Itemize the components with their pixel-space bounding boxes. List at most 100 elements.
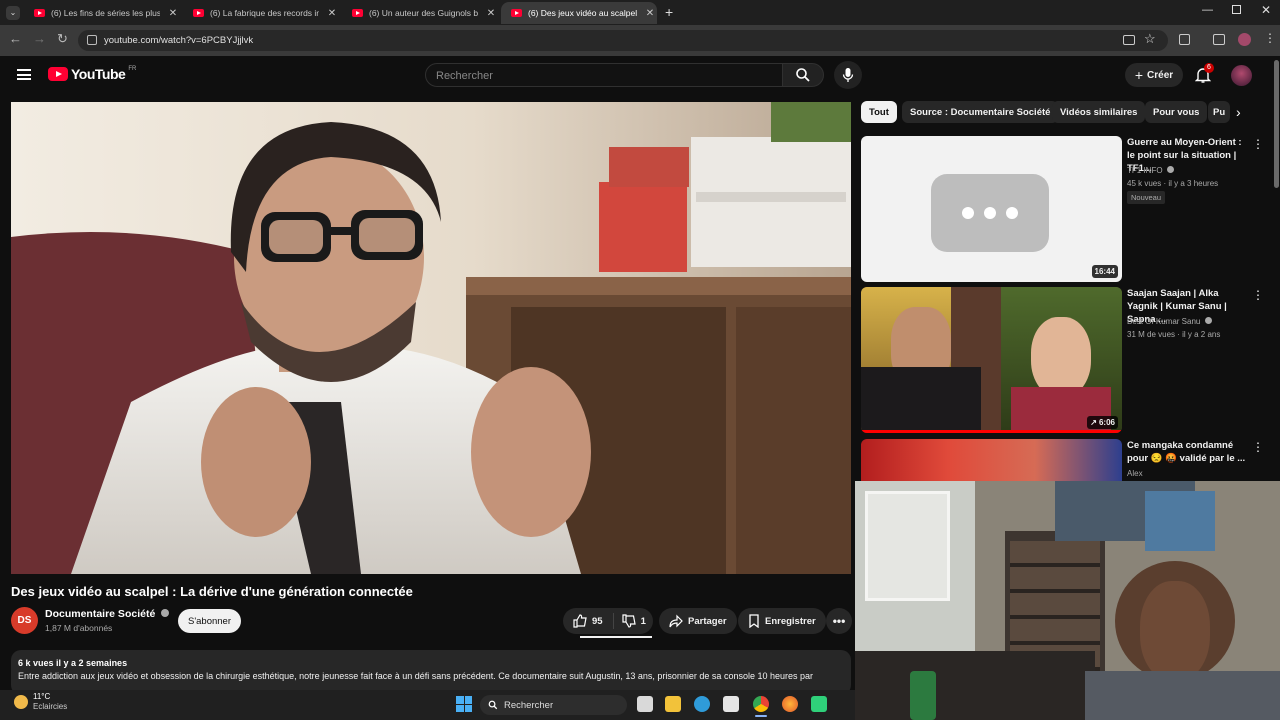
browser-tab[interactable]: (6) Les fins de séries les plus W... ✕	[24, 2, 180, 24]
save-button[interactable]: Enregistrer	[738, 608, 826, 634]
extensions-icon[interactable]	[1179, 34, 1190, 45]
video-duration: 16:44	[1091, 265, 1118, 278]
back-icon[interactable]: ←	[9, 31, 22, 46]
subscriber-count: 1,87 M d'abonnés	[45, 623, 113, 633]
channel-name[interactable]: Documentaire Société	[45, 608, 170, 620]
more-actions-button[interactable]: •••	[826, 608, 852, 634]
search-button[interactable]	[782, 63, 824, 87]
chip-source[interactable]: Source : Documentaire Société	[902, 101, 1059, 123]
verified-icon	[161, 609, 170, 617]
task-view-icon[interactable]	[637, 696, 653, 712]
minimize-icon[interactable]: —	[1202, 4, 1213, 16]
chip-for-you[interactable]: Pour vous	[1145, 101, 1208, 123]
video-title: Des jeux vidéo au scalpel : La dérive d'…	[11, 584, 413, 599]
channel-name-text: Documentaire Société	[45, 608, 156, 620]
chip-more[interactable]: Pu	[1208, 101, 1230, 123]
dislike-button[interactable]: 1	[614, 614, 654, 628]
url-text: youtube.com/watch?v=6PCBYJjjlvk	[104, 35, 254, 46]
cast-icon[interactable]	[1123, 35, 1135, 45]
file-explorer-icon[interactable]	[665, 696, 681, 712]
browser-tab[interactable]: (6) Un auteur des Guignols bala... ✕	[342, 2, 498, 24]
browser-menu-icon[interactable]: ⋮	[1264, 31, 1276, 45]
browser-tab-active[interactable]: (6) Des jeux vidéo au scalpel : L... ✕	[501, 2, 657, 24]
firefox-icon[interactable]	[782, 696, 798, 712]
bookmark-star-icon[interactable]: ☆	[1144, 31, 1156, 47]
thumbs-down-icon	[621, 614, 636, 628]
maximize-icon[interactable]	[1232, 5, 1241, 14]
plus-icon: +	[1134, 67, 1144, 83]
like-dislike-group: 95 1	[563, 608, 653, 634]
account-avatar[interactable]	[1231, 65, 1252, 86]
like-button[interactable]: 95	[563, 613, 614, 629]
forward-icon[interactable]: →	[33, 31, 46, 46]
new-badge: Nouveau	[1127, 191, 1166, 204]
page-scrollbar[interactable]	[1274, 60, 1279, 188]
taskbar-search[interactable]: Rechercher	[480, 695, 627, 715]
chrome-icon[interactable]	[753, 696, 769, 712]
new-tab-icon[interactable]: +	[665, 4, 673, 20]
search-input[interactable]: Rechercher	[425, 63, 783, 87]
youtube-logo[interactable]: YouTube FR	[48, 66, 136, 82]
rec-meta: 45 k vues · il y a 3 heures	[1127, 179, 1219, 188]
weather-text: Eclaircies	[33, 702, 68, 711]
close-tab-icon[interactable]: ✕	[166, 8, 180, 19]
close-tab-icon[interactable]: ✕	[643, 8, 657, 19]
app-icon[interactable]	[811, 696, 827, 712]
temperature: 11°C	[33, 692, 51, 701]
youtube-favicon-icon	[34, 9, 45, 17]
address-bar[interactable]: youtube.com/watch?v=6PCBYJjjlvk	[78, 30, 1168, 51]
rec-menu-icon[interactable]: ⋮	[1252, 440, 1264, 454]
tab-list-icon[interactable]: ⌄	[6, 6, 20, 20]
create-label: Créer	[1147, 69, 1174, 81]
rec-channel[interactable]: Alex	[1127, 469, 1143, 478]
edge-icon[interactable]	[694, 696, 710, 712]
video-player[interactable]	[11, 102, 851, 574]
close-window-icon[interactable]: ✕	[1261, 3, 1271, 17]
voice-search-button[interactable]	[834, 61, 862, 89]
rec-channel[interactable]: TF1 INFO	[1127, 166, 1174, 175]
bookmark-icon	[749, 614, 759, 628]
side-panel-icon[interactable]	[1213, 34, 1225, 45]
duration-text: 6:06	[1098, 418, 1115, 427]
weather-widget[interactable]: 11°C Eclaircies	[14, 692, 67, 712]
taskbar-search-label: Rechercher	[504, 699, 554, 711]
watch-progress-bar	[861, 430, 1122, 433]
rec-menu-icon[interactable]: ⋮	[1252, 288, 1264, 302]
profile-avatar[interactable]	[1238, 33, 1251, 46]
reload-icon[interactable]: ↻	[57, 31, 68, 47]
description-box[interactable]: 6 k vues il y a 2 semaines Entre addicti…	[11, 650, 851, 695]
close-tab-icon[interactable]: ✕	[484, 8, 498, 19]
rec-channel[interactable]: Best Of Kumar Sanu	[1127, 317, 1212, 326]
site-info-icon[interactable]	[87, 35, 97, 45]
store-icon[interactable]	[723, 696, 739, 712]
rec-thumbnail[interactable]: ↗ 6:06	[861, 287, 1122, 433]
youtube-favicon-icon	[511, 9, 522, 17]
views-date: 6 k vues il y a 2 semaines	[18, 658, 128, 668]
rec-thumbnail[interactable]	[861, 439, 1122, 481]
rec-title[interactable]: Ce mangaka condamné pour 😒 🤬 validé par …	[1127, 439, 1247, 465]
channel-avatar[interactable]: DS	[11, 607, 38, 634]
hamburger-menu-icon[interactable]	[17, 69, 31, 80]
create-button[interactable]: + Créer	[1125, 63, 1183, 87]
chips-next-icon[interactable]: ›	[1236, 104, 1241, 120]
placeholder-play-icon	[931, 174, 1049, 252]
verified-icon	[1166, 166, 1174, 173]
chip-similar[interactable]: Vidéos similaires	[1052, 101, 1146, 123]
rec-channel-text: Best Of Kumar Sanu	[1127, 317, 1201, 326]
chip-tout[interactable]: Tout	[861, 101, 897, 123]
thumbs-up-icon	[573, 614, 587, 628]
share-icon	[669, 614, 683, 628]
logo-text: YouTube	[71, 66, 126, 82]
browser-tab[interactable]: (6) La fabrique des records imp... ✕	[183, 2, 339, 24]
rec-menu-icon[interactable]: ⋮	[1252, 137, 1264, 151]
close-tab-icon[interactable]: ✕	[325, 8, 339, 19]
rec-thumbnail[interactable]: 16:44	[861, 136, 1122, 282]
like-underline	[580, 636, 652, 638]
youtube-favicon-icon	[193, 9, 204, 17]
tab-title: (6) La fabrique des records imp...	[210, 8, 319, 18]
subscribe-button[interactable]: S'abonner	[178, 609, 241, 633]
share-button[interactable]: Partager	[659, 608, 737, 634]
windows-start-icon[interactable]	[456, 696, 472, 712]
notifications-button[interactable]: 6	[1194, 63, 1214, 83]
tab-title: (6) Un auteur des Guignols bala...	[369, 8, 478, 18]
